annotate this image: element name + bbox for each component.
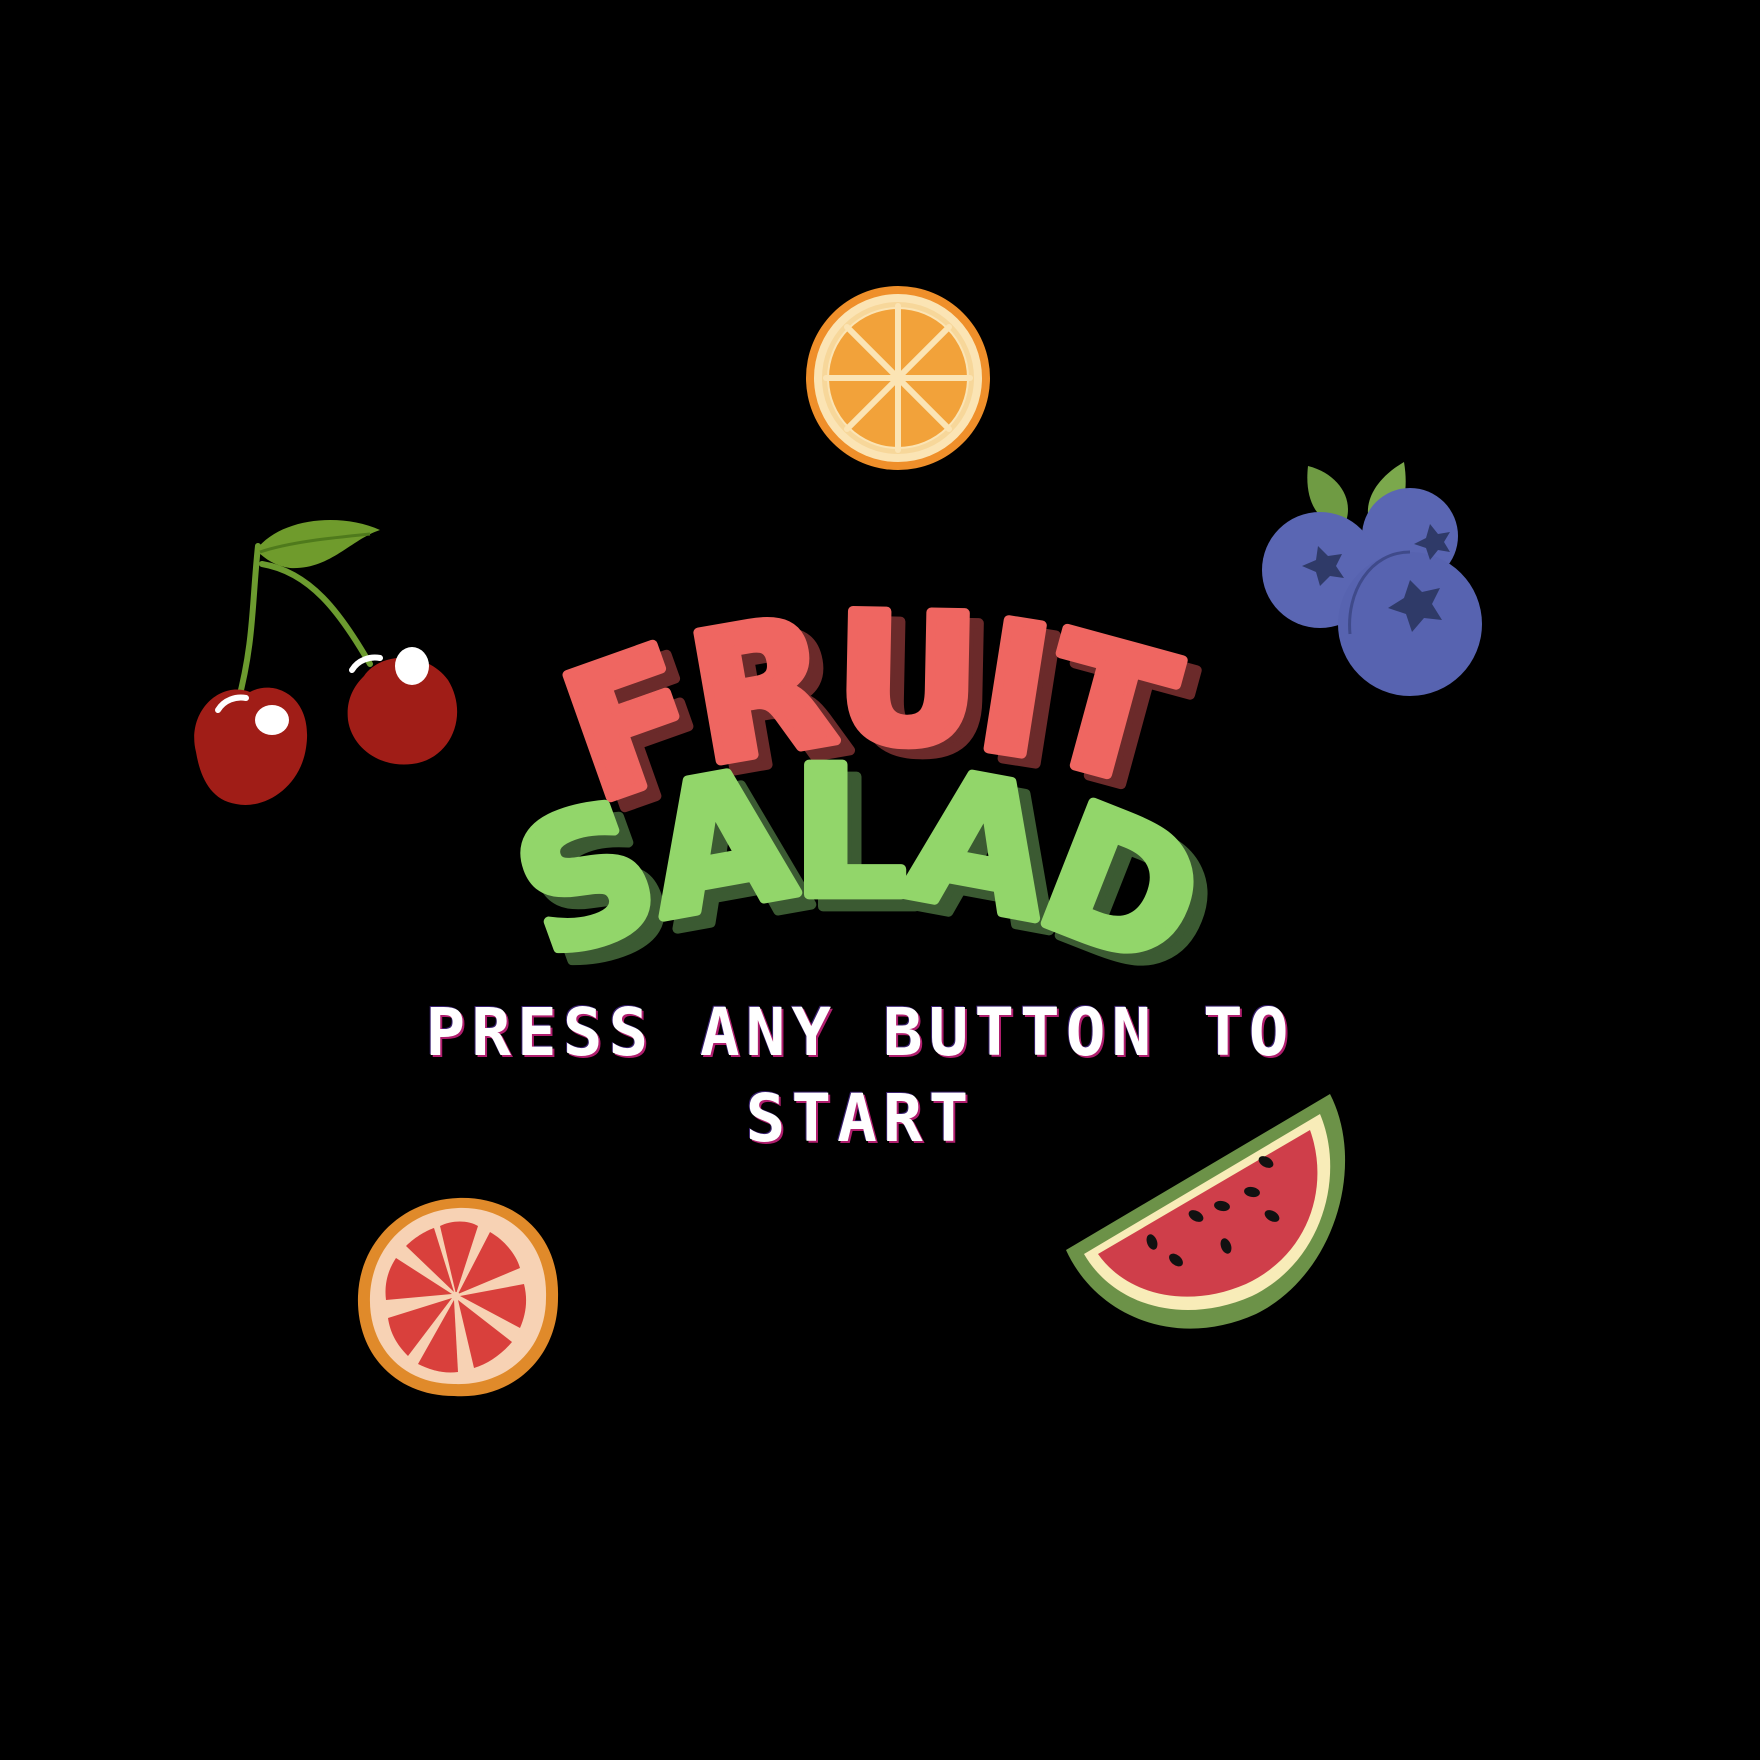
- grapefruit-slice-icon: [352, 1192, 564, 1402]
- start-prompt-line-1: PRESS ANY BUTTON TO: [425, 994, 1295, 1071]
- title-screen[interactable]: FRUIT FRUIT SALAD SALAD PRESS ANY BUTTON…: [0, 0, 1760, 1760]
- start-prompt-line-2: START: [745, 1080, 975, 1157]
- blueberries-icon: [1260, 462, 1482, 702]
- orange-slice-icon: [800, 280, 996, 476]
- game-logo: FRUIT FRUIT SALAD SALAD: [486, 570, 1248, 1025]
- cherries-icon: [180, 512, 470, 812]
- start-prompt: PRESS ANY BUTTON TO START: [280, 990, 1440, 1162]
